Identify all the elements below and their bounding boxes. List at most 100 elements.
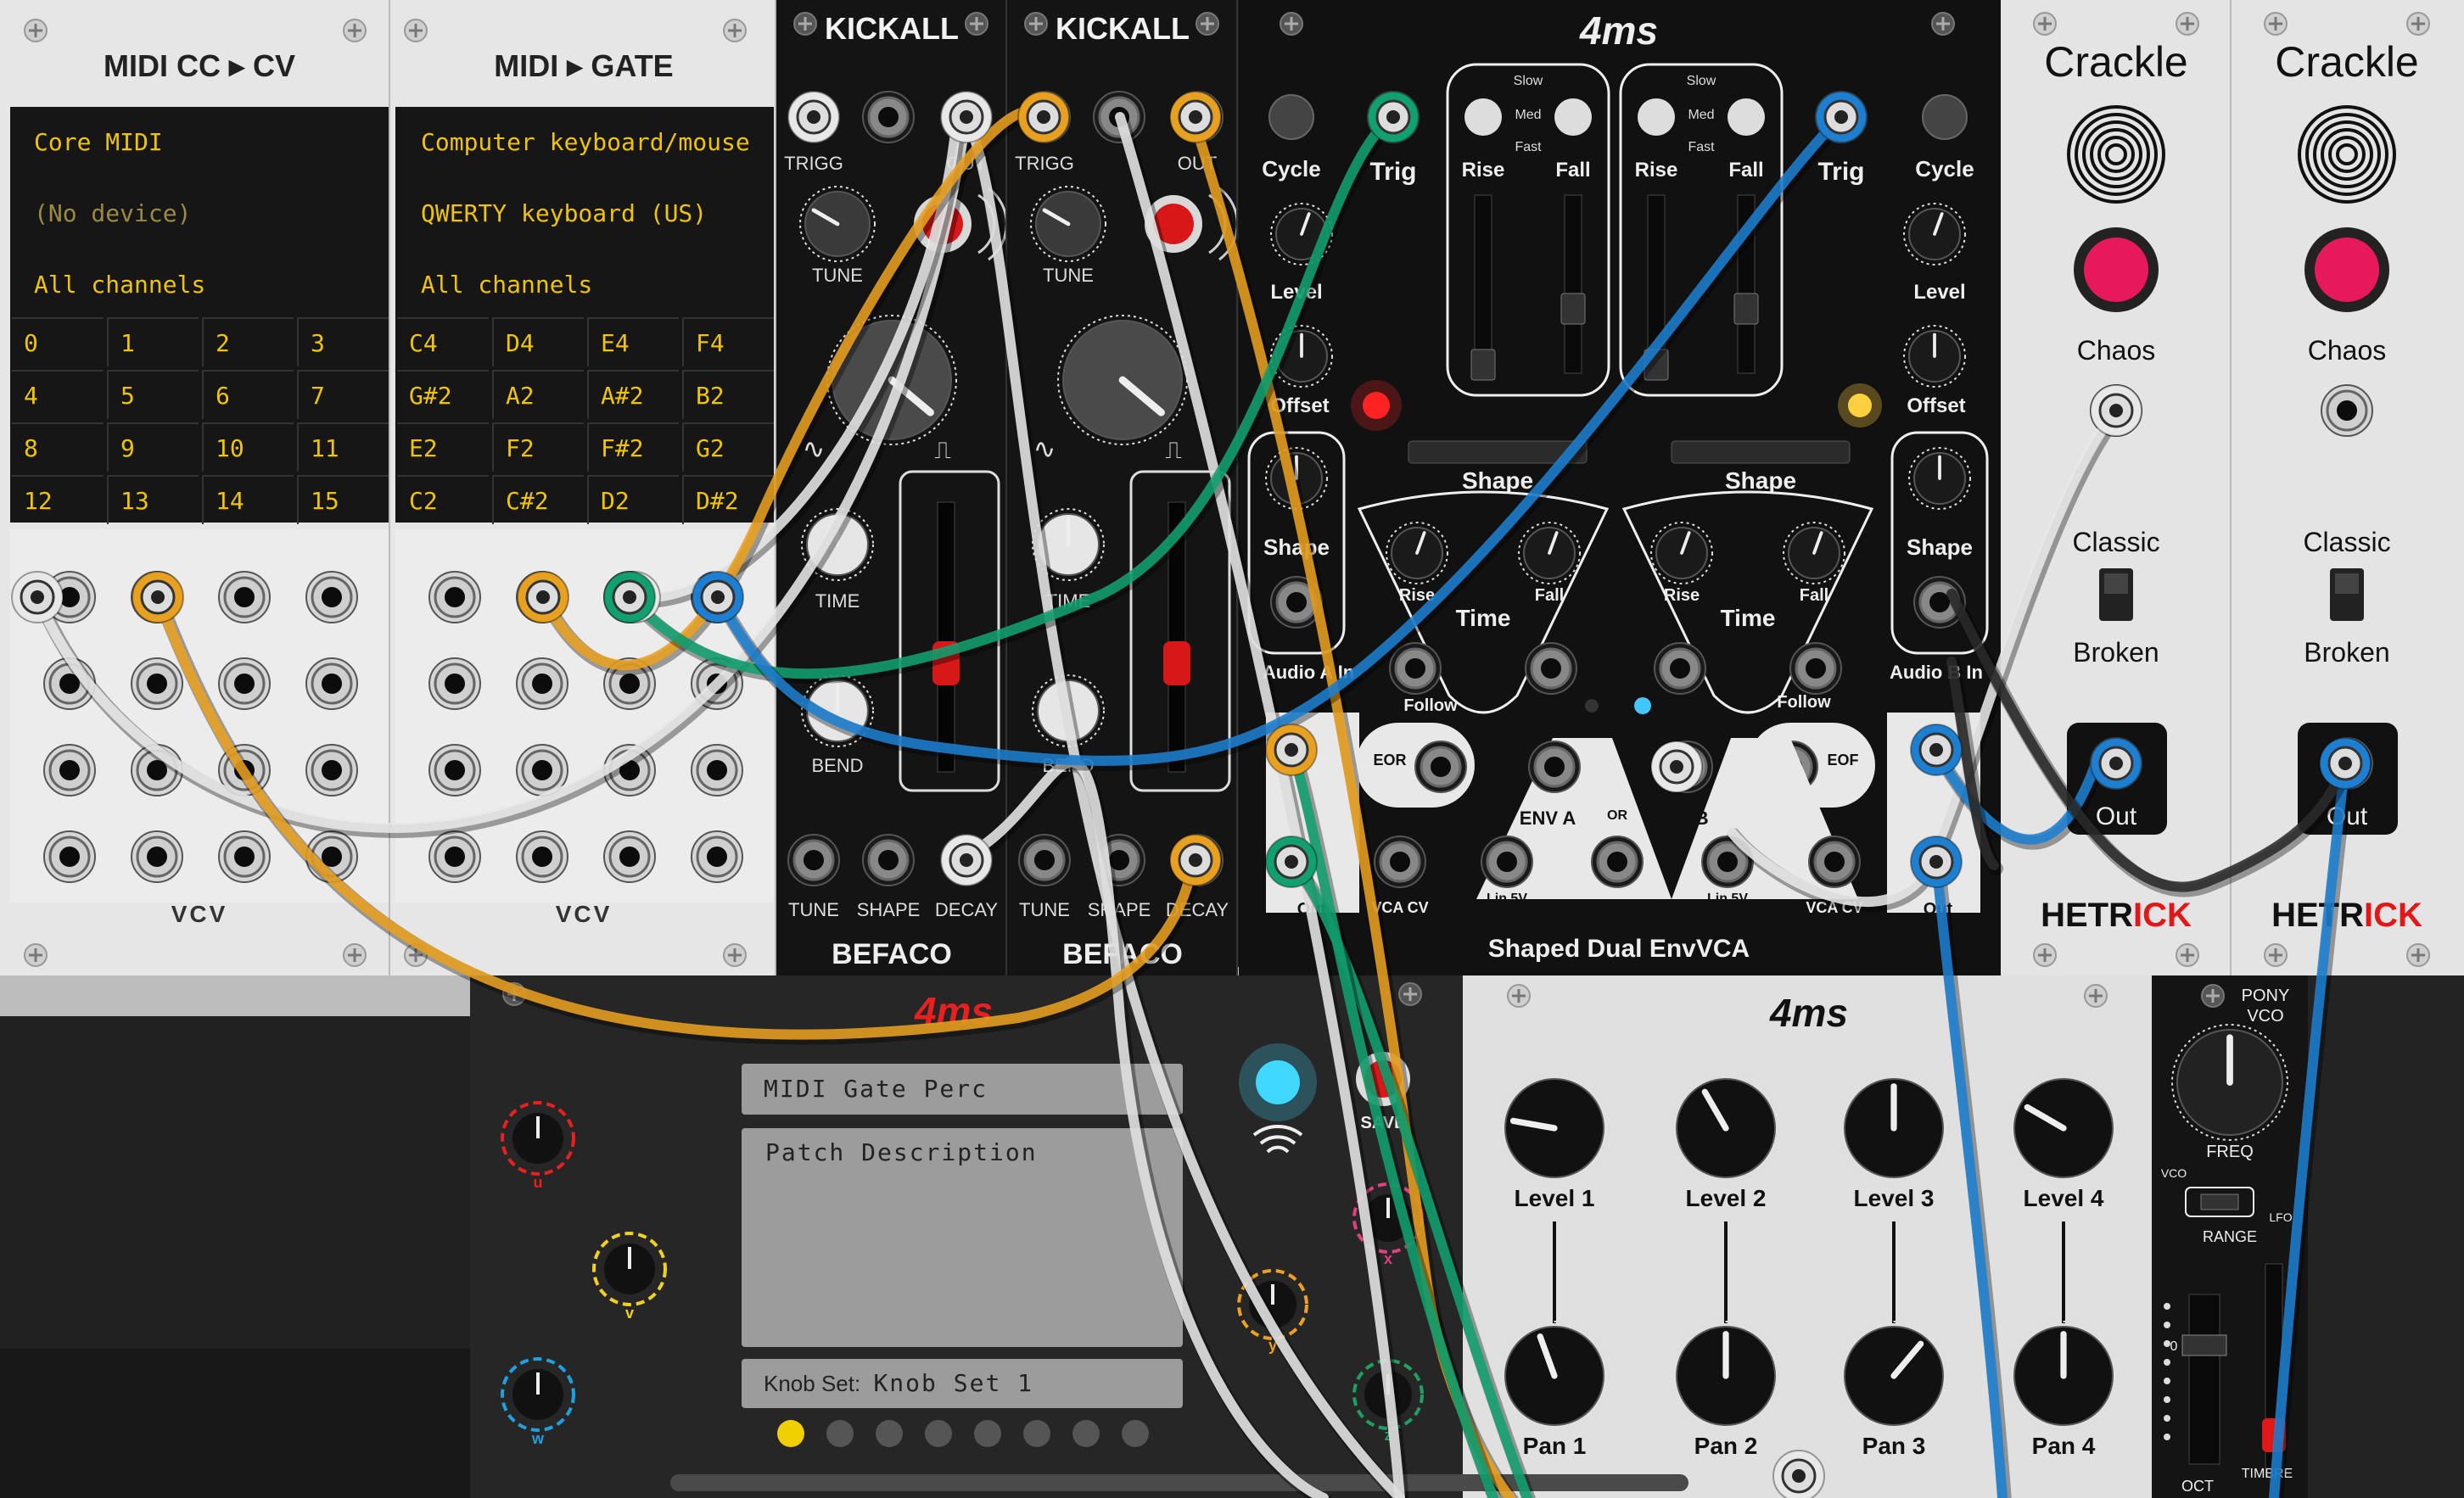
rack-scrollbar[interactable] <box>670 1474 1688 1491</box>
knobset-select[interactable]: Knob Set: Knob Set 1 <box>742 1359 1183 1408</box>
output-jack[interactable] <box>428 830 481 883</box>
decay-cv-input[interactable] <box>1171 834 1224 886</box>
patch-name-field[interactable]: MIDI Gate Perc <box>742 1064 1183 1115</box>
wave-knob[interactable] <box>1057 315 1188 445</box>
vca-cv-b-input[interactable] <box>1808 836 1861 888</box>
time-knob[interactable] <box>1032 508 1105 581</box>
level-knob[interactable] <box>1270 203 1333 266</box>
output-jack[interactable] <box>218 744 271 797</box>
output-jack[interactable] <box>43 830 96 883</box>
pan-knob-3[interactable] <box>1839 1321 1949 1431</box>
output-jack[interactable] <box>305 657 358 710</box>
rise-speed-switch[interactable] <box>1638 98 1675 136</box>
range-switch[interactable] <box>2200 1193 2239 1210</box>
level-knob-4[interactable] <box>2008 1073 2119 1183</box>
output-jack[interactable] <box>43 657 96 710</box>
knobset-indicator[interactable] <box>1023 1420 1050 1447</box>
output-jack[interactable] <box>516 744 568 797</box>
decay-fader-handle[interactable] <box>932 641 960 685</box>
time-knob[interactable] <box>801 508 874 581</box>
pan-knob-4[interactable] <box>2008 1321 2119 1431</box>
knobset-indicator[interactable] <box>1072 1420 1100 1447</box>
output-jack[interactable] <box>603 830 656 883</box>
pan-knob-2[interactable] <box>1671 1321 1781 1431</box>
knobset-indicator[interactable] <box>925 1420 952 1447</box>
level-knob-2[interactable] <box>1671 1073 1781 1183</box>
tune-knob[interactable] <box>1030 186 1106 262</box>
pan-knob-1[interactable] <box>1499 1321 1610 1431</box>
output-jack[interactable] <box>305 744 358 797</box>
output-jack[interactable] <box>131 657 183 710</box>
trigg-input[interactable] <box>1018 91 1071 143</box>
output-jack[interactable] <box>603 657 656 710</box>
tune-knob[interactable] <box>799 186 876 262</box>
time-slider-handle[interactable] <box>1733 293 1759 325</box>
rise-cv-knob[interactable] <box>1386 522 1448 584</box>
level-knob[interactable] <box>1903 203 1966 266</box>
trig-a-input[interactable] <box>1367 91 1420 143</box>
rise-cv-input[interactable] <box>1654 642 1706 695</box>
bend-knob[interactable] <box>1032 674 1105 747</box>
fall-speed-switch[interactable] <box>1554 98 1592 136</box>
decay-fader-handle[interactable] <box>1163 641 1190 685</box>
knob-u[interactable] <box>501 1101 575 1176</box>
rise-speed-switch[interactable] <box>1464 98 1502 136</box>
wave-knob[interactable] <box>826 315 957 445</box>
output-jack[interactable] <box>131 830 183 883</box>
output-jack[interactable] <box>516 657 568 710</box>
time-slider-handle[interactable] <box>1644 349 1669 381</box>
shape-knob[interactable] <box>1265 447 1328 510</box>
freq-knob[interactable] <box>2171 1024 2288 1141</box>
offset-knob[interactable] <box>1903 325 1966 388</box>
time-slider-handle[interactable] <box>1560 293 1586 325</box>
chaos-cv-input[interactable] <box>2090 384 2142 437</box>
output-jack[interactable] <box>691 830 743 883</box>
vca-cv-a-input[interactable] <box>1374 836 1426 888</box>
output-jack[interactable] <box>691 571 743 623</box>
shape-cv-input[interactable] <box>1093 834 1145 886</box>
fall-cv-knob[interactable] <box>1518 522 1581 584</box>
audio-output[interactable] <box>2321 737 2373 790</box>
chaos-knob[interactable] <box>2074 227 2159 312</box>
trig-b-input[interactable] <box>1815 91 1868 143</box>
output-jack[interactable] <box>428 744 481 797</box>
save-button[interactable] <box>1356 1052 1410 1106</box>
shape-cv-input[interactable] <box>862 834 915 886</box>
audio-output[interactable] <box>2090 737 2142 790</box>
env-a-lin-output[interactable] <box>1481 836 1533 888</box>
output-jack[interactable] <box>131 744 183 797</box>
knobset-indicator[interactable] <box>826 1420 854 1447</box>
env-b-output[interactable] <box>1660 741 1713 793</box>
trigger-button[interactable] <box>1145 195 1202 253</box>
output-jack[interactable] <box>428 571 481 623</box>
accent-input[interactable] <box>862 91 915 143</box>
knobset-indicator[interactable] <box>974 1420 1001 1447</box>
level-knob-3[interactable] <box>1839 1073 1949 1183</box>
knobset-indicator[interactable] <box>777 1420 804 1447</box>
knob-w[interactable] <box>501 1357 575 1432</box>
output-jack[interactable] <box>516 571 568 623</box>
output-jack[interactable] <box>691 744 743 797</box>
patch-description-field[interactable]: Patch Description <box>742 1128 1183 1347</box>
output-jack[interactable] <box>603 744 656 797</box>
env-b-lin-output[interactable] <box>1701 836 1754 888</box>
shape-knob[interactable] <box>1908 447 1971 510</box>
tune-cv-input[interactable] <box>787 834 840 886</box>
accent-input[interactable] <box>1093 91 1145 143</box>
knob-y[interactable] <box>1237 1269 1308 1340</box>
fall-cv-knob[interactable] <box>1783 522 1845 584</box>
offset-knob[interactable] <box>1270 325 1333 388</box>
cycle-button[interactable] <box>1268 94 1314 140</box>
trigger-button[interactable] <box>914 195 972 253</box>
trigg-input[interactable] <box>787 91 840 143</box>
eor-output[interactable] <box>1414 741 1467 793</box>
output-jack[interactable] <box>218 657 271 710</box>
fall-cv-input[interactable] <box>1789 642 1842 695</box>
knob-x[interactable] <box>1352 1182 1424 1254</box>
oct-slider-handle[interactable] <box>2181 1334 2227 1356</box>
shape-switch-a[interactable] <box>1408 440 1588 464</box>
cycle-button[interactable] <box>1922 94 1968 140</box>
knob-v[interactable] <box>592 1232 667 1306</box>
chaos-knob[interactable] <box>2304 227 2389 312</box>
or-output[interactable] <box>1591 836 1644 888</box>
